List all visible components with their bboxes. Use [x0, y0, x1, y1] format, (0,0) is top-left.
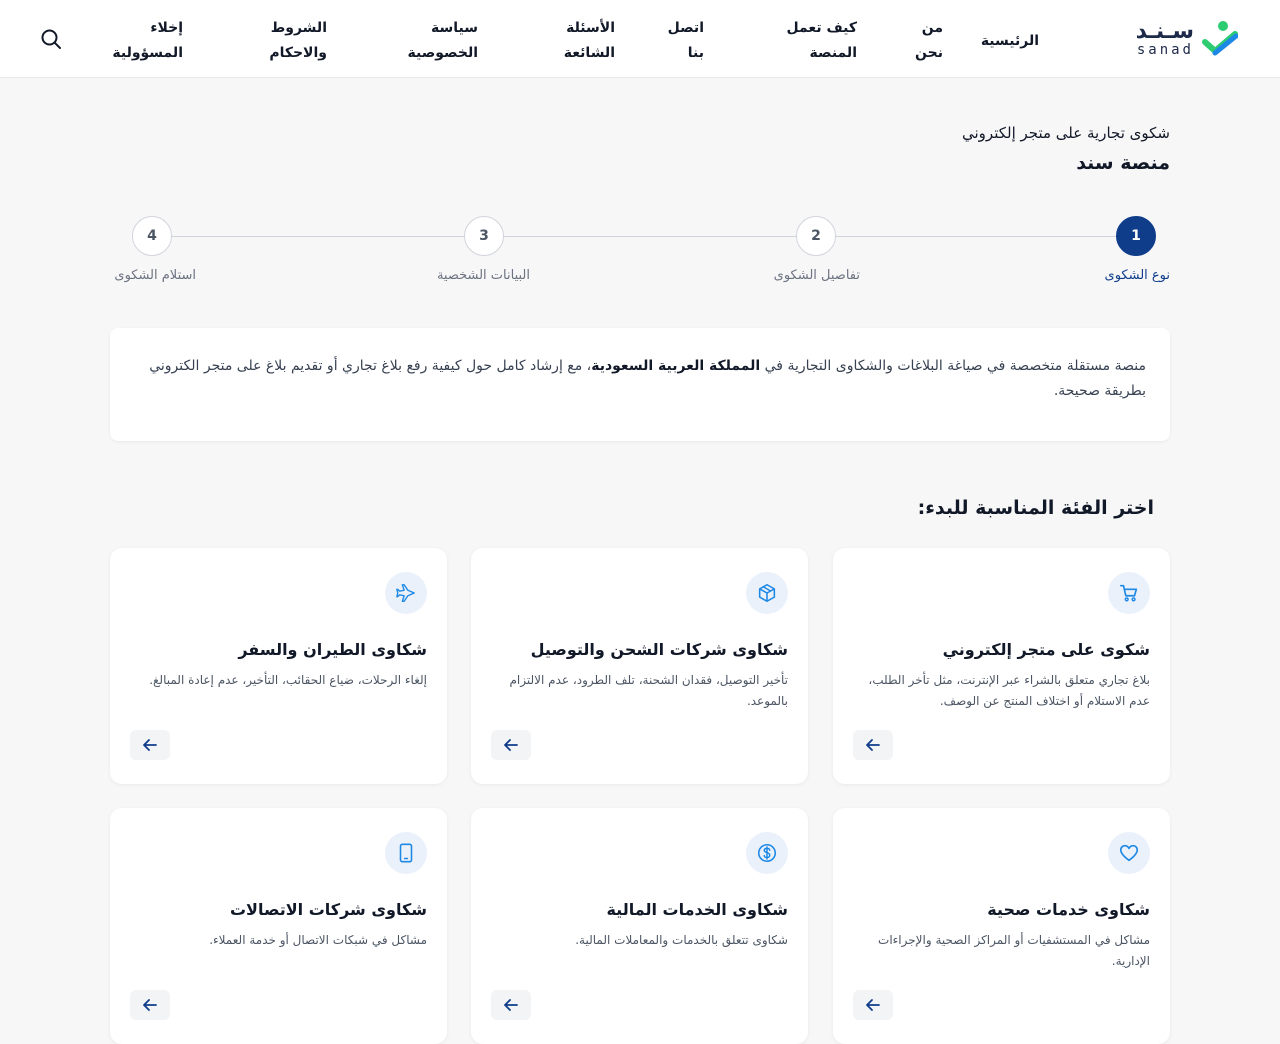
card-go-button[interactable] [130, 990, 170, 1020]
card-description: شكاوى تتعلق بالخدمات والمعاملات المالية. [575, 933, 788, 947]
logo-text-en: sanad [1136, 42, 1194, 58]
search-icon[interactable] [40, 28, 62, 50]
card-title: شكاوى خدمات صحية [987, 900, 1150, 919]
card-description: مشاكل في شبكات الاتصال أو خدمة العملاء. [209, 933, 427, 947]
card-icon-wrap [746, 832, 788, 874]
cart-icon [1119, 584, 1138, 602]
card-icon-wrap [1108, 572, 1150, 614]
arrow-left-icon [866, 739, 880, 751]
phone-icon [399, 843, 413, 863]
step-3-label: البيانات الشخصية [436, 268, 530, 283]
nav-terms[interactable]: الشروط والاحكام [253, 16, 327, 66]
card-title: شكاوى الطيران والسفر [238, 640, 427, 659]
card-go-button[interactable] [853, 730, 893, 760]
info-text-highlight: المملكة العربية السعودية [591, 358, 761, 374]
top-header: سـنـد sanad الرئيسية من نحن كيف تعمل الم… [0, 0, 1280, 78]
step-3-circle[interactable]: 3 [464, 216, 504, 256]
info-text-before: منصة مستقلة متخصصة في صياغة البلاغات وال… [760, 358, 1146, 374]
category-card-airline[interactable]: شكاوى الطيران والسفر إلغاء الرحلات، ضياع… [110, 548, 447, 784]
card-go-button[interactable] [853, 990, 893, 1020]
step-1-label: نوع الشكوى [1104, 268, 1170, 283]
category-card-financial[interactable]: شكاوى الخدمات المالية شكاوى تتعلق بالخدم… [471, 808, 808, 1044]
card-description: بلاغ تجاري متعلق بالشراء عبر الإنترنت، م… [868, 673, 1150, 708]
card-go-button[interactable] [491, 730, 531, 760]
card-icon-wrap [746, 572, 788, 614]
step-4-circle[interactable]: 4 [132, 216, 172, 256]
arrow-left-icon [504, 739, 518, 751]
card-title: شكاوى شركات الشحن والتوصيل [530, 640, 788, 659]
arrow-left-icon [866, 999, 880, 1011]
card-icon-wrap [385, 572, 427, 614]
stepper-line [152, 236, 1136, 237]
step-2-circle[interactable]: 2 [796, 216, 836, 256]
card-icon-wrap [385, 832, 427, 874]
step-2-label: تفاصيل الشكوى [773, 268, 860, 283]
category-card-ecommerce[interactable]: شكوى على متجر إلكتروني بلاغ تجاري متعلق … [833, 548, 1170, 784]
nav-how-it-works[interactable]: كيف تعمل المنصة [785, 16, 857, 66]
nav-disclaimer[interactable]: إخلاء المسؤولية [103, 16, 183, 66]
box-icon [758, 583, 776, 603]
step-4-label: استلام الشكوى [114, 268, 196, 283]
category-card-telecom[interactable]: شكاوى شركات الاتصالات مشاكل في شبكات الا… [110, 808, 447, 1044]
card-go-button[interactable] [491, 990, 531, 1020]
plane-icon [396, 584, 415, 602]
card-title: شكاوى شركات الاتصالات [229, 900, 427, 919]
logo-text-ar: سـنـد [1135, 19, 1194, 44]
dollar-icon [757, 843, 777, 863]
card-go-button[interactable] [130, 730, 170, 760]
card-description: تأخير التوصيل، فقدان الشحنة، تلف الطرود،… [509, 673, 789, 708]
page-subtitle: شكوى تجارية على متجر إلكتروني [962, 124, 1170, 142]
nav-about[interactable]: من نحن [903, 16, 943, 66]
card-title: شكوى على متجر إلكتروني [942, 640, 1150, 659]
card-title: شكاوى الخدمات المالية [606, 900, 788, 919]
info-box: منصة مستقلة متخصصة في صياغة البلاغات وال… [110, 328, 1170, 441]
nav-privacy[interactable]: سياسة الخصوصية [398, 16, 478, 66]
nav-faq[interactable]: الأسئلة الشائعة [553, 16, 615, 66]
card-description: إلغاء الرحلات، ضياع الحقائب، التأخير، عد… [149, 673, 427, 687]
logo-mark-icon [1202, 21, 1238, 56]
card-icon-wrap [1108, 832, 1150, 874]
heart-icon [1119, 844, 1139, 862]
arrow-left-icon [143, 999, 157, 1011]
category-card-shipping[interactable]: شكاوى شركات الشحن والتوصيل تأخير التوصيل… [471, 548, 808, 784]
page-title: منصة سند [1076, 152, 1170, 174]
step-1-circle[interactable]: 1 [1116, 216, 1156, 256]
categories-heading: اختر الفئة المناسبة للبدء: [917, 497, 1154, 519]
nav-home[interactable]: الرئيسية [981, 29, 1039, 54]
category-card-health[interactable]: شكاوى خدمات صحية مشاكل في المستشفيات أو … [833, 808, 1170, 1044]
arrow-left-icon [504, 999, 518, 1011]
arrow-left-icon [143, 739, 157, 751]
nav-contact[interactable]: اتصل بنا [660, 16, 704, 66]
sanad-logo[interactable]: سـنـد sanad [1132, 20, 1238, 58]
card-description: مشاكل في المستشفيات أو المراكز الصحية وا… [878, 933, 1150, 968]
